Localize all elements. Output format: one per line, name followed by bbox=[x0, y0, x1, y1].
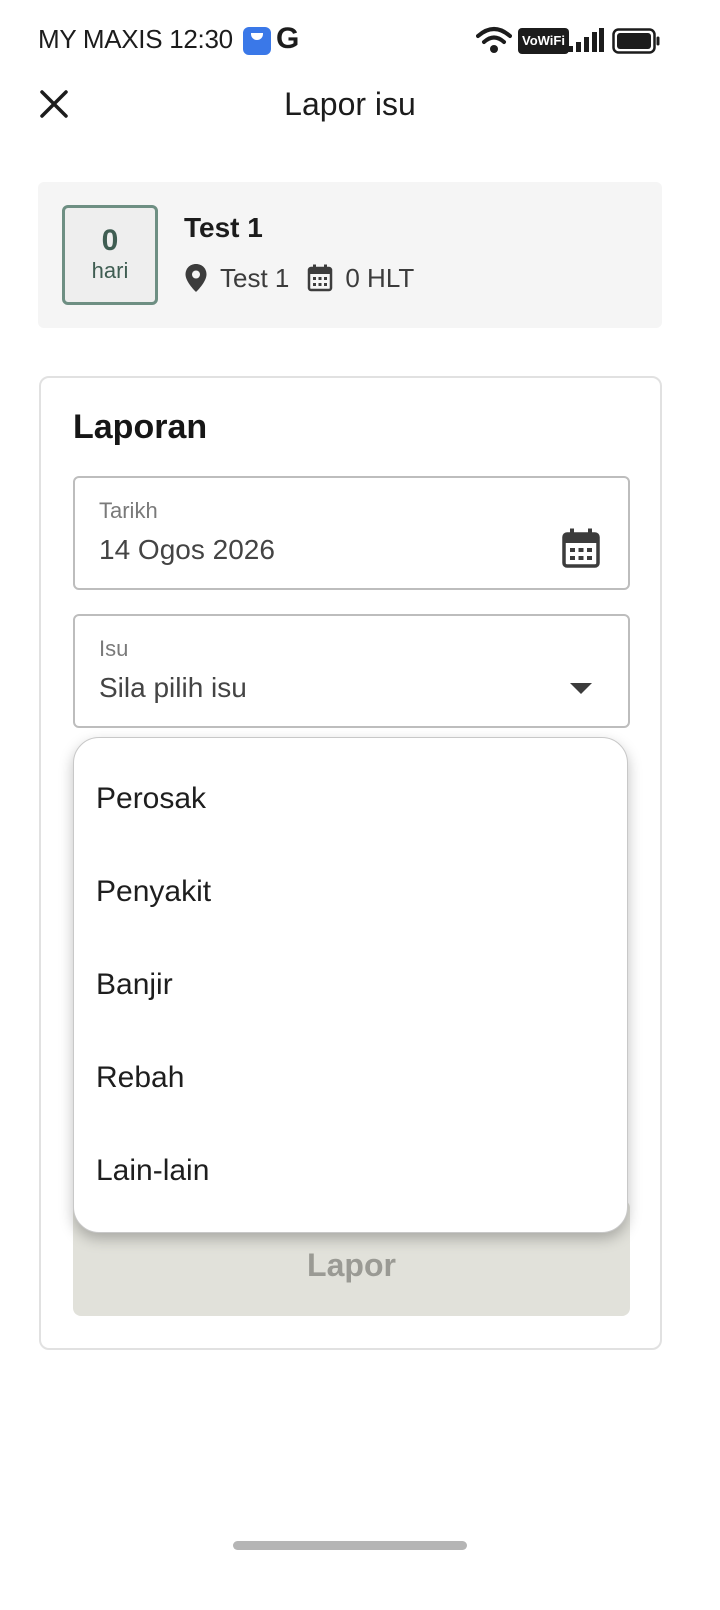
issue-field-label: Isu bbox=[99, 636, 129, 661]
clock: 12:30 bbox=[169, 24, 233, 54]
location-pin-icon bbox=[185, 264, 207, 292]
report-section-title: Laporan bbox=[73, 408, 208, 446]
date-field-label: Tarikh bbox=[99, 498, 158, 523]
carrier-name: MY MAXIS bbox=[38, 24, 163, 54]
day-count: 0 bbox=[101, 224, 119, 257]
issue-select[interactable]: Isu Sila pilih isu bbox=[73, 614, 630, 728]
plot-meta-row: Test 1 0 HLT bbox=[184, 260, 414, 296]
menu-item-penyakit[interactable]: Penyakit bbox=[74, 845, 627, 938]
home-indicator[interactable] bbox=[233, 1541, 467, 1550]
menu-item-perosak[interactable]: Perosak bbox=[74, 752, 627, 845]
app-notification-icon bbox=[243, 27, 271, 55]
menu-item-banjir[interactable]: Banjir bbox=[74, 938, 627, 1031]
issue-field-placeholder: Sila pilih isu bbox=[99, 672, 247, 703]
google-icon: G bbox=[276, 22, 300, 55]
menu-item-lain-lain[interactable]: Lain-lain bbox=[74, 1124, 627, 1217]
plot-summary-card: 0 hari Test 1 Test 1 0 HLT bbox=[38, 182, 662, 328]
plot-location: Test 1 bbox=[220, 262, 290, 293]
calendar-icon bbox=[308, 264, 333, 292]
date-field-value: 14 Ogos 2026 bbox=[99, 534, 275, 565]
wifi-icon bbox=[476, 27, 512, 53]
status-bar: MY MAXIS 12:30 G VoWiFi bbox=[0, 0, 720, 84]
plot-name: Test 1 bbox=[184, 212, 263, 243]
date-field[interactable]: Tarikh 14 Ogos 2026 bbox=[73, 476, 630, 590]
day-unit: hari bbox=[91, 258, 129, 283]
battery-icon bbox=[612, 28, 660, 54]
menu-item-rebah[interactable]: Rebah bbox=[74, 1031, 627, 1124]
chevron-down-icon[interactable] bbox=[570, 683, 592, 694]
vowifi-icon: VoWiFi bbox=[518, 28, 569, 54]
issue-dropdown-menu: Perosak Penyakit Banjir Rebah Lain-lain bbox=[73, 737, 628, 1233]
plot-hlt: 0 HLT bbox=[345, 262, 415, 293]
status-carrier-time: MY MAXIS 12:30 bbox=[38, 24, 233, 55]
day-counter-box: 0 hari bbox=[62, 205, 158, 305]
page-title: Lapor isu bbox=[284, 86, 416, 122]
calendar-icon[interactable] bbox=[562, 528, 600, 568]
signal-icon bbox=[568, 28, 604, 52]
